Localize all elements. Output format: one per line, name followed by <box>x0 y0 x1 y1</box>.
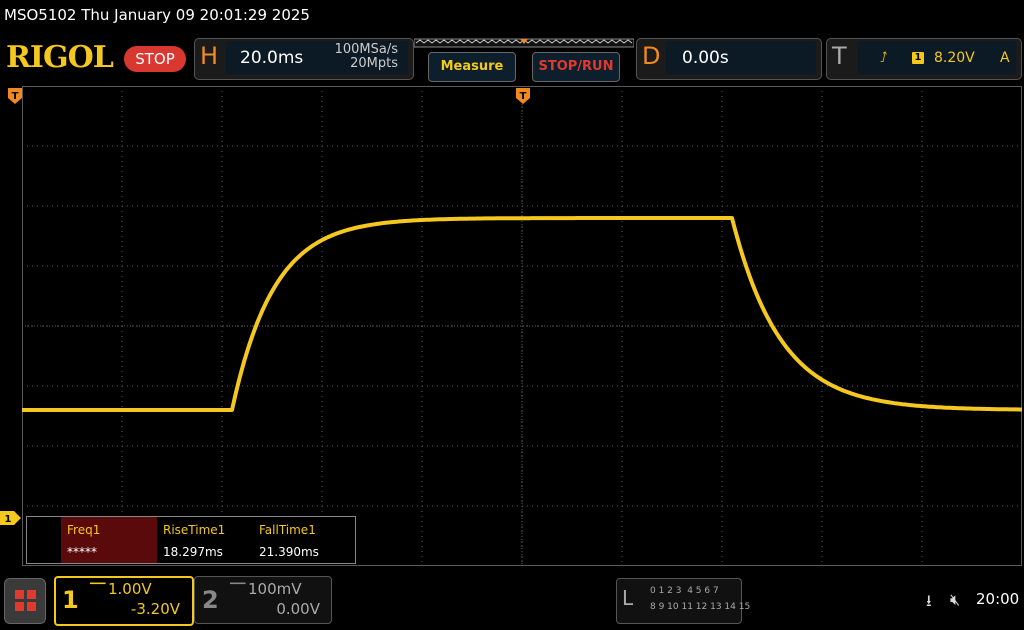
logic-analyzer-label: L <box>622 586 634 610</box>
logic-analyzer-panel[interactable] <box>616 578 742 624</box>
delay-label: D <box>642 42 661 70</box>
stop-run-button[interactable]: STOP/RUN <box>532 52 620 82</box>
timebase-value: 20.0ms <box>240 48 304 68</box>
trigger-position-marker[interactable]: T <box>516 88 530 110</box>
trigger-source-badge: 1 <box>912 52 924 64</box>
measurement-value: 21.390ms <box>259 545 319 559</box>
measurement-name: RiseTime1 <box>163 523 226 537</box>
clock: 20:00 <box>976 590 1020 608</box>
measurement-value: 18.297ms <box>163 545 223 559</box>
measurement-freq1[interactable]: Freq1 ***** <box>61 517 157 563</box>
measure-button[interactable]: Measure <box>428 52 516 82</box>
waveform-display[interactable] <box>22 86 1022 566</box>
measurement-value: ***** <box>67 545 97 559</box>
usb-icon: ⭳ <box>926 591 932 610</box>
measurement-panel[interactable]: Freq1 ***** RiseTime1 18.297ms FallTime1… <box>26 516 356 564</box>
memory-position-strip <box>414 38 634 48</box>
sample-rate: 100MSa/s <box>334 42 398 57</box>
trigger-mode: A <box>1000 50 1010 66</box>
run-state-badge[interactable]: STOP <box>124 46 186 72</box>
channel1-offset-marker[interactable]: 1 <box>0 511 22 525</box>
memory-depth: 20Mpts <box>350 56 398 71</box>
trigger-level-marker[interactable]: T <box>8 88 22 110</box>
measurement-name: Freq1 <box>67 523 101 537</box>
channel2-scale: 100mV <box>248 580 302 598</box>
channel2-number: 2 <box>202 586 219 614</box>
measurement-risetime1[interactable]: RiseTime1 18.297ms <box>157 517 253 563</box>
trigger-position-label: T <box>520 91 527 102</box>
measurement-falltime1[interactable]: FallTime1 21.390ms <box>253 517 353 563</box>
dc-coupling-icon: ▔▔ <box>90 584 106 595</box>
channel1-scale: 1.00V <box>108 580 152 598</box>
rising-edge-icon: ⭜ <box>880 50 888 66</box>
window-title: MSO5102 Thu January 09 20:01:29 2025 <box>4 6 310 24</box>
rigol-logo: RIGOL <box>6 40 114 75</box>
menu-grid-icon[interactable] <box>4 578 46 624</box>
measurement-name: FallTime1 <box>259 523 316 537</box>
speaker-muted-icon[interactable]: 🔇︎ <box>950 590 960 610</box>
trigger-level-marker-label: T <box>12 91 19 102</box>
delay-value: 0.00s <box>682 48 729 68</box>
trigger-level: 8.20V <box>934 50 975 66</box>
horizontal-label: H <box>200 42 219 70</box>
dc-coupling-icon: ▔▔ <box>230 584 246 595</box>
trigger-label: T <box>832 42 847 70</box>
digital-channels-row2: 8 9 10 11 12 13 14 15 <box>650 602 751 612</box>
channel1-marker-label: 1 <box>5 514 12 525</box>
digital-channels-row1: 0 1 2 3 4 5 6 7 <box>650 586 719 596</box>
channel1-offset: -3.20V <box>130 600 180 618</box>
channel1-number: 1 <box>62 586 79 614</box>
grid <box>22 86 1022 566</box>
channel2-offset: 0.00V <box>276 600 320 618</box>
